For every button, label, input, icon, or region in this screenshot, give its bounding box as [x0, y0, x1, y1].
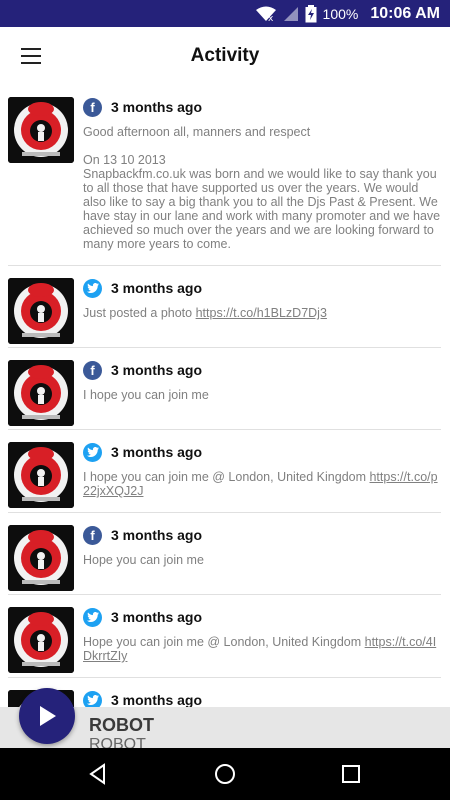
- status-bar: x 100% 10:06 AM: [0, 0, 450, 27]
- post-message: Hope you can join me: [83, 553, 204, 567]
- avatar: [8, 97, 74, 163]
- avatar: [8, 360, 74, 426]
- player-subtitle: ROBOT: [89, 737, 146, 748]
- post-timestamp: 3 months ago: [111, 280, 203, 296]
- snapbackfm-logo-icon: [8, 525, 74, 591]
- play-icon: [40, 706, 56, 726]
- post-header: f 3 months ago: [83, 97, 441, 117]
- post-text: Good afternoon all, manners and respect …: [83, 125, 441, 251]
- post-timestamp: 3 months ago: [111, 609, 203, 625]
- status-icons: x 100% 10:06 AM: [255, 0, 440, 27]
- svg-text:x: x: [268, 14, 274, 22]
- hamburger-icon[interactable]: [14, 41, 48, 71]
- avatar: [8, 278, 74, 344]
- battery-icon: [305, 4, 317, 22]
- post-link[interactable]: https://t.co/h1BLzD7Dj3: [196, 306, 327, 320]
- post-body: 3 months ago: [83, 690, 441, 707]
- post-text: Hope you can join me @ London, United Ki…: [83, 635, 441, 663]
- avatar: [8, 442, 74, 508]
- post-message: Just posted a photo: [83, 306, 196, 320]
- activity-post[interactable]: 3 months ago: [8, 678, 441, 707]
- play-button[interactable]: [19, 688, 75, 744]
- post-timestamp: 3 months ago: [111, 99, 203, 115]
- post-text: Hope you can join me: [83, 553, 441, 567]
- post-timestamp: 3 months ago: [111, 692, 203, 707]
- snapbackfm-logo-icon: [8, 442, 74, 508]
- home-button[interactable]: [209, 758, 241, 790]
- facebook-icon: f: [83, 97, 102, 117]
- post-message: Good afternoon all, manners and respect …: [83, 125, 441, 251]
- activity-post[interactable]: 3 months ago I hope you can join me @ Lon…: [8, 430, 441, 513]
- snapbackfm-logo-icon: [8, 97, 74, 163]
- post-message: I hope you can join me: [83, 388, 209, 402]
- post-body: f 3 months ago Good afternoon all, manners…: [83, 97, 441, 251]
- status-time: 10:06 AM: [370, 4, 440, 22]
- activity-post[interactable]: 3 months ago Hope you can join me @ Londo…: [8, 595, 441, 678]
- avatar: [8, 525, 74, 591]
- snapbackfm-logo-icon: [8, 607, 74, 673]
- post-body: 3 months ago I hope you can join me @ Lon…: [83, 442, 441, 498]
- snapbackfm-logo-icon: [8, 360, 74, 426]
- post-message: Hope you can join me @ London, United Ki…: [83, 635, 365, 649]
- activity-post[interactable]: 3 months ago Just posted a photo https://…: [8, 266, 441, 348]
- recents-icon: [342, 765, 360, 783]
- activity-post[interactable]: f 3 months ago Hope you can join me: [8, 513, 441, 595]
- post-body: f 3 months ago Hope you can join me: [83, 525, 441, 567]
- page-title: Activity: [190, 45, 260, 66]
- wifi-icon: x: [255, 6, 276, 22]
- avatar: [8, 607, 74, 673]
- post-timestamp: 3 months ago: [111, 362, 203, 378]
- activity-post[interactable]: f 3 months ago Good afternoon all, manners…: [8, 85, 441, 266]
- post-header: 3 months ago: [83, 442, 441, 462]
- signal-icon: [283, 6, 298, 21]
- facebook-icon: f: [83, 525, 102, 545]
- home-icon: [215, 764, 235, 784]
- post-text: I hope you can join me: [83, 388, 441, 402]
- post-header: 3 months ago: [83, 278, 441, 298]
- post-timestamp: 3 months ago: [111, 527, 203, 543]
- twitter-icon: [83, 278, 102, 298]
- activity-feed[interactable]: f 3 months ago Good afternoon all, manners…: [0, 85, 450, 707]
- post-text: I hope you can join me @ London, United …: [83, 470, 441, 498]
- activity-post[interactable]: f 3 months ago I hope you can join me: [8, 348, 441, 430]
- system-nav-bar: [0, 748, 450, 800]
- post-header: f 3 months ago: [83, 525, 441, 545]
- snapbackfm-logo-icon: [8, 278, 74, 344]
- player-title: ROBOT: [89, 715, 154, 735]
- twitter-icon: [83, 607, 102, 627]
- twitter-icon: [83, 690, 102, 707]
- twitter-icon: [83, 442, 102, 462]
- post-text: Just posted a photo https://t.co/h1BLzD7…: [83, 306, 441, 320]
- post-timestamp: 3 months ago: [111, 444, 203, 460]
- app-bar: Activity: [0, 27, 450, 85]
- post-header: 3 months ago: [83, 690, 441, 707]
- post-header: f 3 months ago: [83, 360, 441, 380]
- post-body: 3 months ago Hope you can join me @ Londo…: [83, 607, 441, 663]
- post-body: 3 months ago Just posted a photo https://…: [83, 278, 441, 320]
- back-button[interactable]: [82, 758, 114, 790]
- recents-button[interactable]: [335, 758, 367, 790]
- facebook-icon: f: [83, 360, 102, 380]
- post-message: I hope you can join me @ London, United …: [83, 470, 370, 484]
- post-body: f 3 months ago I hope you can join me: [83, 360, 441, 402]
- battery-level: 100%: [322, 5, 359, 22]
- back-icon: [89, 763, 105, 785]
- post-header: 3 months ago: [83, 607, 441, 627]
